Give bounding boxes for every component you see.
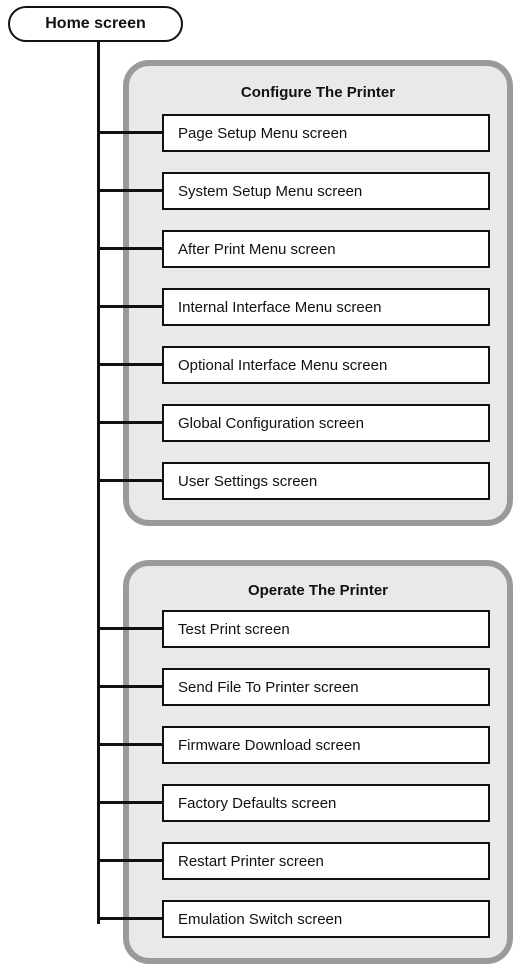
- connector-branch: [97, 479, 164, 482]
- connector-branch: [97, 743, 164, 746]
- internal-interface-menu-screen-node: Internal Interface Menu screen: [162, 288, 490, 326]
- connector-branch: [97, 859, 164, 862]
- connector-branch: [97, 247, 164, 250]
- optional-interface-menu-screen-node: Optional Interface Menu screen: [162, 346, 490, 384]
- home-screen-node: Home screen: [8, 6, 183, 42]
- connector-branch: [97, 189, 164, 192]
- connector-branch: [97, 917, 164, 920]
- firmware-download-screen-node: Firmware Download screen: [162, 726, 490, 764]
- page-setup-menu-screen-node: Page Setup Menu screen: [162, 114, 490, 152]
- connector-branch: [97, 685, 164, 688]
- connector-branch: [97, 305, 164, 308]
- after-print-menu-screen-node: After Print Menu screen: [162, 230, 490, 268]
- connector-branch: [97, 801, 164, 804]
- user-settings-screen-node: User Settings screen: [162, 462, 490, 500]
- configure-group-title: Configure The Printer: [240, 84, 396, 101]
- factory-defaults-screen-node: Factory Defaults screen: [162, 784, 490, 822]
- system-setup-menu-screen-node: System Setup Menu screen: [162, 172, 490, 210]
- connector-branch: [97, 421, 164, 424]
- global-configuration-screen-node: Global Configuration screen: [162, 404, 490, 442]
- connector-branch: [97, 627, 164, 630]
- restart-printer-screen-node: Restart Printer screen: [162, 842, 490, 880]
- send-file-to-printer-screen-node: Send File To Printer screen: [162, 668, 490, 706]
- operate-group-title: Operate The Printer: [247, 582, 389, 599]
- connector-branch: [97, 131, 164, 134]
- connector-branch: [97, 363, 164, 366]
- connector-trunk: [97, 40, 100, 924]
- test-print-screen-node: Test Print screen: [162, 610, 490, 648]
- emulation-switch-screen-node: Emulation Switch screen: [162, 900, 490, 938]
